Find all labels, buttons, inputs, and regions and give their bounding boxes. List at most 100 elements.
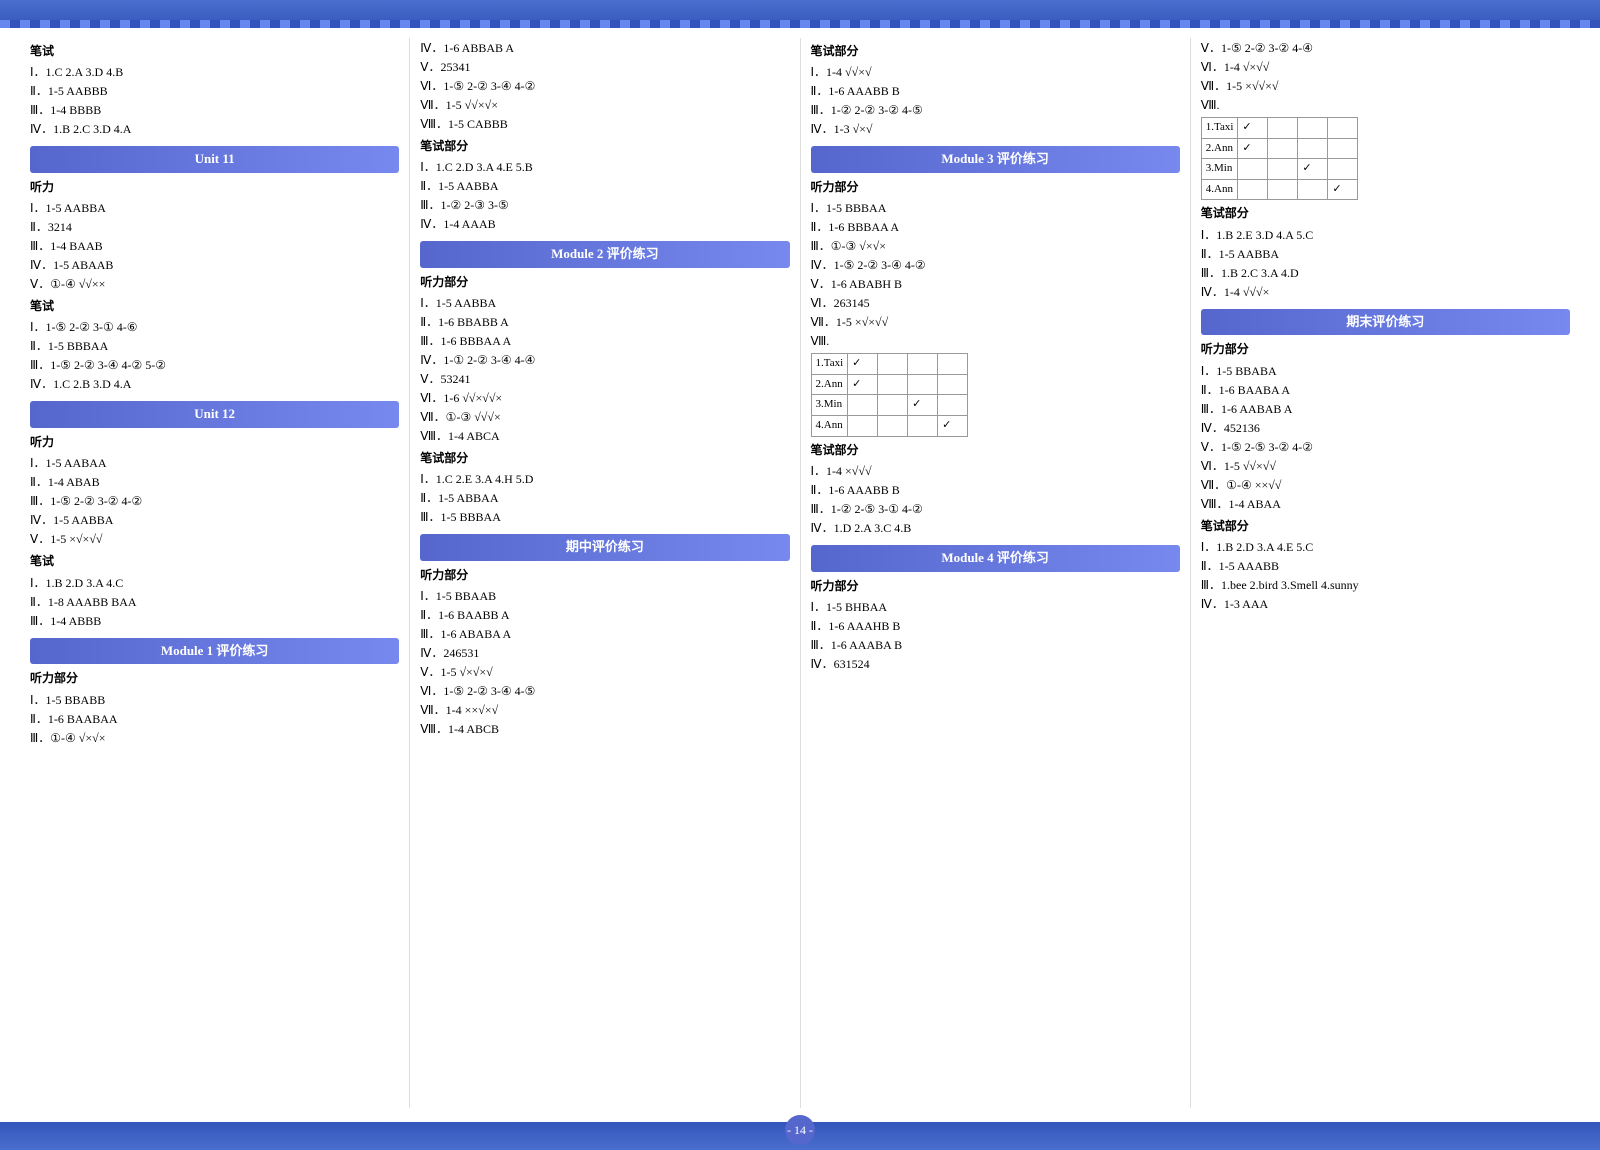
answer-line: Ⅲ．1-6 BBBAA A [420,332,789,350]
table-cell: 2.Ann [811,374,848,395]
answer-line: Ⅰ．1-5 BBABA [1201,362,1570,380]
table-cell: ✓ [1238,118,1268,139]
answer-line: Ⅴ．25341 [420,58,789,76]
answer-line: Ⅱ．1-6 BAABB A [420,606,789,624]
answer-line: Ⅳ．1.D 2.A 3.C 4.B [811,519,1180,537]
answer-line: Ⅷ．1-4 ABCA [420,427,789,445]
table-cell [878,415,908,436]
answer-line: Ⅲ．1-② 2-② 3-② 4-⑤ [811,101,1180,119]
answer-line: Ⅰ．1-5 BHBAA [811,598,1180,616]
answer-line: Ⅱ．1-4 ABAB [30,473,399,491]
answer-line: Ⅷ．1-4 ABCB [420,720,789,738]
table-cell [908,415,938,436]
answer-line: Ⅰ．1-5 BBAAB [420,587,789,605]
table-cell [1238,159,1268,180]
answer-line: Ⅲ．1.B 2.C 3.A 4.D [1201,264,1570,282]
table-cell: ✓ [848,374,878,395]
table-cell [1268,159,1298,180]
table-cell [848,415,878,436]
answer-line: Ⅱ．1-5 BBBAA [30,337,399,355]
answer-line: Ⅱ．1-5 AABBA [420,177,789,195]
table-cell [938,354,968,375]
answer-line: Ⅰ．1-5 BBABB [30,691,399,709]
subsection-header: 笔试部分 [1201,204,1570,223]
table-cell: ✓ [848,354,878,375]
answer-line: Ⅱ．1-6 BBABB A [420,313,789,331]
subsection-header: 笔试部分 [811,441,1180,460]
table-cell [848,395,878,416]
subsection-header: 笔试 [30,552,399,571]
table-header-label: Ⅷ. [811,332,1180,350]
answer-line: Ⅱ．3214 [30,218,399,236]
answer-line: Ⅳ．1-6 ABBAB A [420,39,789,57]
section-header: 笔试部分 [811,42,1180,61]
answer-line: Ⅵ．1-⑤ 2-② 3-④ 4-② [420,77,789,95]
section-header: 笔试 [30,42,399,61]
subsection-header: 听力 [30,433,399,452]
answer-line: Ⅰ．1-5 AABBA [420,294,789,312]
answer-line: Ⅲ．1-4 BBBB [30,101,399,119]
answer-line: Ⅲ．1-⑤ 2-② 3-② 4-② [30,492,399,510]
subsection-header: 笔试部分 [420,449,789,468]
answer-line: Ⅴ．①-④ √√×× [30,275,399,293]
answer-line: Ⅲ．①-③ √×√× [811,237,1180,255]
answer-line: Ⅰ．1-5 AABBA [30,199,399,217]
table-cell [1328,159,1358,180]
answer-line: Ⅶ．1-4 ××√×√ [420,701,789,719]
answer-line: Ⅳ．1-⑤ 2-② 3-④ 4-② [811,256,1180,274]
answer-line: Ⅰ．1.C 2.A 3.D 4.B [30,63,399,81]
module-title: 期中评价练习 [420,534,789,561]
answer-line: Ⅰ．1.C 2.E 3.A 4.H 5.D [420,470,789,488]
column-4: Ⅴ．1-⑤ 2-② 3-② 4-④Ⅵ．1-4 √×√√Ⅶ．1-5 ×√√×√Ⅷ.… [1191,38,1580,1108]
table-cell [1298,138,1328,159]
answer-line: Ⅰ．1-4 √√×√ [811,63,1180,81]
table-cell [938,374,968,395]
answer-line: Ⅲ．1-6 AABAB A [1201,400,1570,418]
answer-line: Ⅳ．1-① 2-② 3-④ 4-④ [420,351,789,369]
table-cell: 1.Taxi [1201,118,1238,139]
table-cell: ✓ [1238,138,1268,159]
table-cell: ✓ [1298,159,1328,180]
module-title: Module 2 评价练习 [420,241,789,268]
table-cell [1268,138,1298,159]
answer-line: Ⅱ．1-6 AAAHB B [811,617,1180,635]
answer-line: Ⅰ．1-⑤ 2-② 3-① 4-⑥ [30,318,399,336]
answer-line: Ⅳ．1-5 ABAAB [30,256,399,274]
page-content: 笔试Ⅰ．1.C 2.A 3.D 4.BⅡ．1-5 AABBBⅢ．1-4 BBBB… [0,28,1600,1118]
table-cell [878,354,908,375]
answer-line: Ⅲ．1-6 ABABA A [420,625,789,643]
answer-line: Ⅳ．1-3 √×√ [811,120,1180,138]
page-number: - 14 - [785,1115,815,1145]
answer-line: Ⅷ．1-5 CABBB [420,115,789,133]
table-cell: ✓ [938,415,968,436]
table-cell [908,374,938,395]
table-cell [908,354,938,375]
answer-line: Ⅴ．1-5 ×√×√√ [30,530,399,548]
answer-line: Ⅵ．1-⑤ 2-② 3-④ 4-⑤ [420,682,789,700]
answer-line: Ⅱ．1-5 ABBAA [420,489,789,507]
unit-title: Unit 12 [30,401,399,428]
answer-line: Ⅱ．1-6 BBBAA A [811,218,1180,236]
answer-line: Ⅵ．1-4 √×√√ [1201,58,1570,76]
answer-line: Ⅲ．①-④ √×√× [30,729,399,747]
answer-line: Ⅵ．263145 [811,294,1180,312]
answer-line: Ⅳ．1-3 AAA [1201,595,1570,613]
table-cell [878,374,908,395]
table-header-label: Ⅷ. [1201,96,1570,114]
answer-line: Ⅳ．1-4 AAAB [420,215,789,233]
answer-line: Ⅴ．1-6 ABABH B [811,275,1180,293]
subsection-header: 笔试 [30,297,399,316]
answer-line: Ⅲ．1.bee 2.bird 3.Smell 4.sunny [1201,576,1570,594]
answer-line: Ⅷ．1-4 ABAA [1201,495,1570,513]
answer-line: Ⅰ．1-4 ×√√√ [811,462,1180,480]
module-title: Module 3 评价练习 [811,146,1180,173]
table-cell: ✓ [908,395,938,416]
answer-line: Ⅳ．631524 [811,655,1180,673]
subsection-header: 听力部分 [811,178,1180,197]
column-1: 笔试Ⅰ．1.C 2.A 3.D 4.BⅡ．1-5 AABBBⅢ．1-4 BBBB… [20,38,410,1108]
module-title: 期末评价练习 [1201,309,1570,336]
module-title: Module 1 评价练习 [30,638,399,665]
table-cell [1268,179,1298,200]
table-cell: 3.Min [811,395,848,416]
table-cell [878,395,908,416]
